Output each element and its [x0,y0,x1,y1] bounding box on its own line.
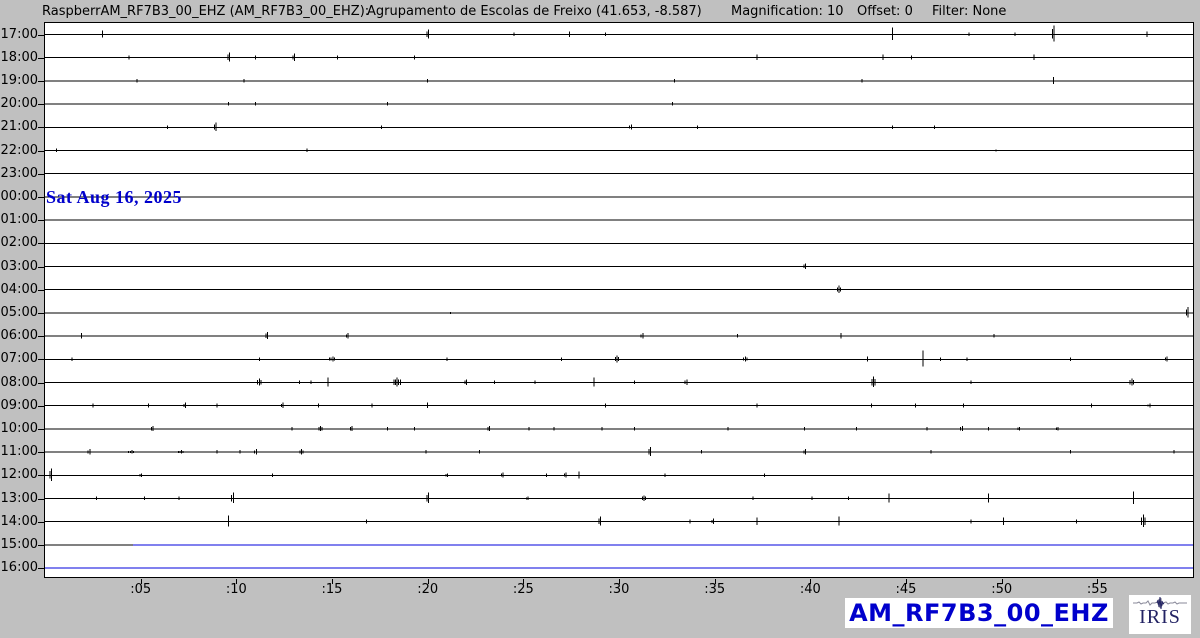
hour-tick [38,220,45,221]
hour-label: 13:00 [0,491,38,507]
hour-tick [38,336,45,337]
hour-label: 08:00 [0,375,38,391]
hour-tick [38,359,45,360]
hour-tick [38,452,45,453]
hour-label: 00:00 [0,189,38,205]
hour-label: 21:00 [0,119,38,135]
helicorder-plot-area[interactable] [44,22,1194,578]
minute-label: :25 [506,582,540,597]
header-bar: RaspberrAM_RF7B3_00_EHZ (AM_RF7B3_00_EHZ… [0,0,1200,22]
minute-label: :20 [411,582,445,597]
hour-tick [38,429,45,430]
hour-label: 14:00 [0,514,38,530]
hour-tick [38,522,45,523]
hour-label: 18:00 [0,50,38,66]
magnification-label: Magnification: 10 [731,4,844,19]
hour-label: 04:00 [0,282,38,298]
hour-label: 20:00 [0,96,38,112]
hour-label: 06:00 [0,328,38,344]
hour-tick [38,127,45,128]
station-title: RaspberrAM_RF7B3_00_EHZ (AM_RF7B3_00_EHZ… [42,4,369,19]
minute-label: :05 [124,582,158,597]
hour-tick [38,568,45,569]
hour-tick [38,267,45,268]
minute-label: :55 [1080,582,1114,597]
hour-tick [38,197,45,198]
hour-tick [38,545,45,546]
hour-tick [38,499,45,500]
station-badge-label: AM_RF7B3_00_EHZ [849,599,1109,627]
hour-tick [38,174,45,175]
hour-label: 23:00 [0,166,38,182]
station-badge: AM_RF7B3_00_EHZ [845,598,1113,628]
date-annotation: Sat Aug 16, 2025 [46,187,182,208]
hour-label: 16:00 [0,560,38,576]
hour-tick [38,475,45,476]
hour-label: 11:00 [0,444,38,460]
hour-tick [38,383,45,384]
hour-label: 12:00 [0,467,38,483]
hour-tick [38,290,45,291]
iris-logo-text: IRIS [1129,607,1191,627]
minute-label: :45 [889,582,923,597]
hour-label: 03:00 [0,259,38,275]
minute-label: :10 [219,582,253,597]
hour-label: 02:00 [0,235,38,251]
minute-label: :30 [602,582,636,597]
hour-label: 19:00 [0,73,38,89]
offset-label: Offset: 0 [857,4,913,19]
hour-tick [38,35,45,36]
hour-label: 07:00 [0,351,38,367]
minute-label: :35 [698,582,732,597]
hour-label: 15:00 [0,537,38,553]
hour-tick [38,81,45,82]
hour-label: 05:00 [0,305,38,321]
hour-tick [38,104,45,105]
hour-tick [38,151,45,152]
minute-label: :50 [985,582,1019,597]
hour-label: 01:00 [0,212,38,228]
hour-label: 22:00 [0,143,38,159]
filter-label: Filter: None [932,4,1006,19]
hour-tick [38,313,45,314]
hour-label: 09:00 [0,398,38,414]
hour-label: 10:00 [0,421,38,437]
hour-tick [38,58,45,59]
hour-label: 17:00 [0,27,38,43]
minute-label: :15 [315,582,349,597]
minute-label: :40 [793,582,827,597]
helicorder-app: RaspberrAM_RF7B3_00_EHZ (AM_RF7B3_00_EHZ… [0,0,1200,638]
station-location: Agrupamento de Escolas de Freixo (41.653… [367,4,702,19]
iris-logo[interactable]: IRIS [1129,595,1191,634]
hour-tick [38,406,45,407]
hour-tick [38,243,45,244]
seismogram-traces [45,23,1193,577]
